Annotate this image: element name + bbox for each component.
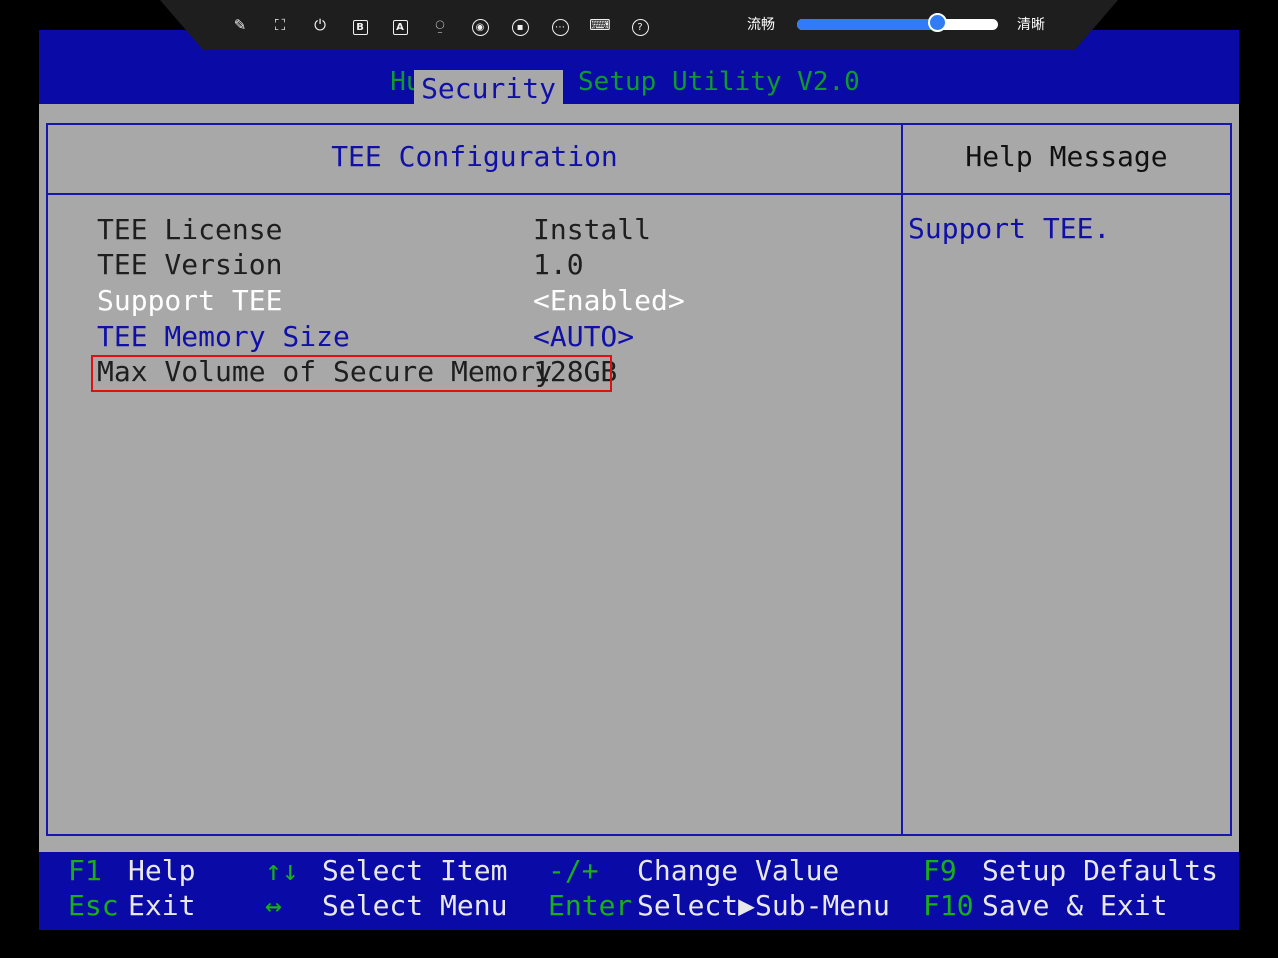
f10-key: F10 (923, 889, 974, 922)
f9-key: F9 (923, 854, 957, 887)
highlight-box (91, 355, 612, 392)
item-label: TEE Version (97, 248, 283, 281)
esc-desc: Exit (128, 889, 196, 922)
updown-key: ↑↓ (265, 854, 299, 887)
menu-item-tee-version: TEE Version 1.0 (97, 248, 584, 282)
power-icon[interactable]: ⏻ (309, 14, 331, 36)
menu-item-tee-license: TEE License Install (97, 213, 651, 247)
f9-desc: Setup Defaults (982, 854, 1219, 887)
minusplus-desc: Change Value (637, 854, 840, 887)
panel-title: TEE Configuration (331, 140, 618, 173)
f10-desc: Save & Exit (982, 889, 1168, 922)
quality-low-label: 流畅 (747, 17, 775, 33)
esc-key: Esc (68, 889, 119, 922)
quality-slider-fill (797, 19, 938, 30)
quality-high-label: 清晰 (1017, 17, 1045, 33)
help-title: Help Message (965, 140, 1168, 173)
item-label: TEE Memory Size (97, 320, 350, 353)
help-message: Support TEE. (908, 212, 1111, 245)
pin-icon[interactable]: ✎ (229, 14, 251, 36)
keyboard-icon[interactable]: ⌨ (589, 14, 611, 36)
fullscreen-icon[interactable]: ⛶ (269, 14, 291, 36)
enter-key: Enter (548, 889, 633, 922)
quality-slider-track[interactable] (797, 19, 998, 30)
record-icon[interactable]: ▪ (509, 14, 531, 36)
updown-desc: Select Item (322, 854, 508, 887)
item-label: Support TEE (97, 284, 283, 317)
leftright-key: ↔ (265, 889, 282, 922)
b-box-icon[interactable]: B (349, 14, 371, 36)
item-value[interactable]: <AUTO> (533, 320, 634, 354)
item-value: Install (533, 213, 652, 246)
mouse-icon[interactable]: ⍜ (429, 14, 451, 36)
f1-key: F1 (68, 854, 102, 887)
bios-title: Huawei BIOS Setup Utility V2.0 (390, 67, 860, 97)
help-divider (903, 193, 1230, 195)
quality-slider-thumb[interactable] (927, 13, 947, 32)
panel-divider (48, 193, 901, 195)
a-box-icon[interactable]: A (389, 14, 411, 36)
menu-item-support-tee[interactable]: Support TEE <Enabled> (97, 284, 685, 318)
item-label: TEE License (97, 213, 283, 246)
item-value: 1.0 (533, 248, 584, 281)
tab-security[interactable]: Security (414, 70, 563, 106)
menu-item-tee-memory-size[interactable]: TEE Memory Size <AUTO> (97, 320, 634, 354)
disc-icon[interactable]: ◉ (469, 14, 491, 36)
item-value[interactable]: <Enabled> (533, 284, 685, 318)
enter-desc: Select▶Sub-Menu (637, 889, 890, 922)
keyboard-grid-icon[interactable]: ⋯ (549, 14, 571, 36)
minusplus-key: -/+ (548, 854, 599, 887)
help-icon[interactable]: ? (629, 14, 651, 36)
leftright-desc: Select Menu (322, 889, 508, 922)
f1-desc: Help (128, 854, 196, 887)
